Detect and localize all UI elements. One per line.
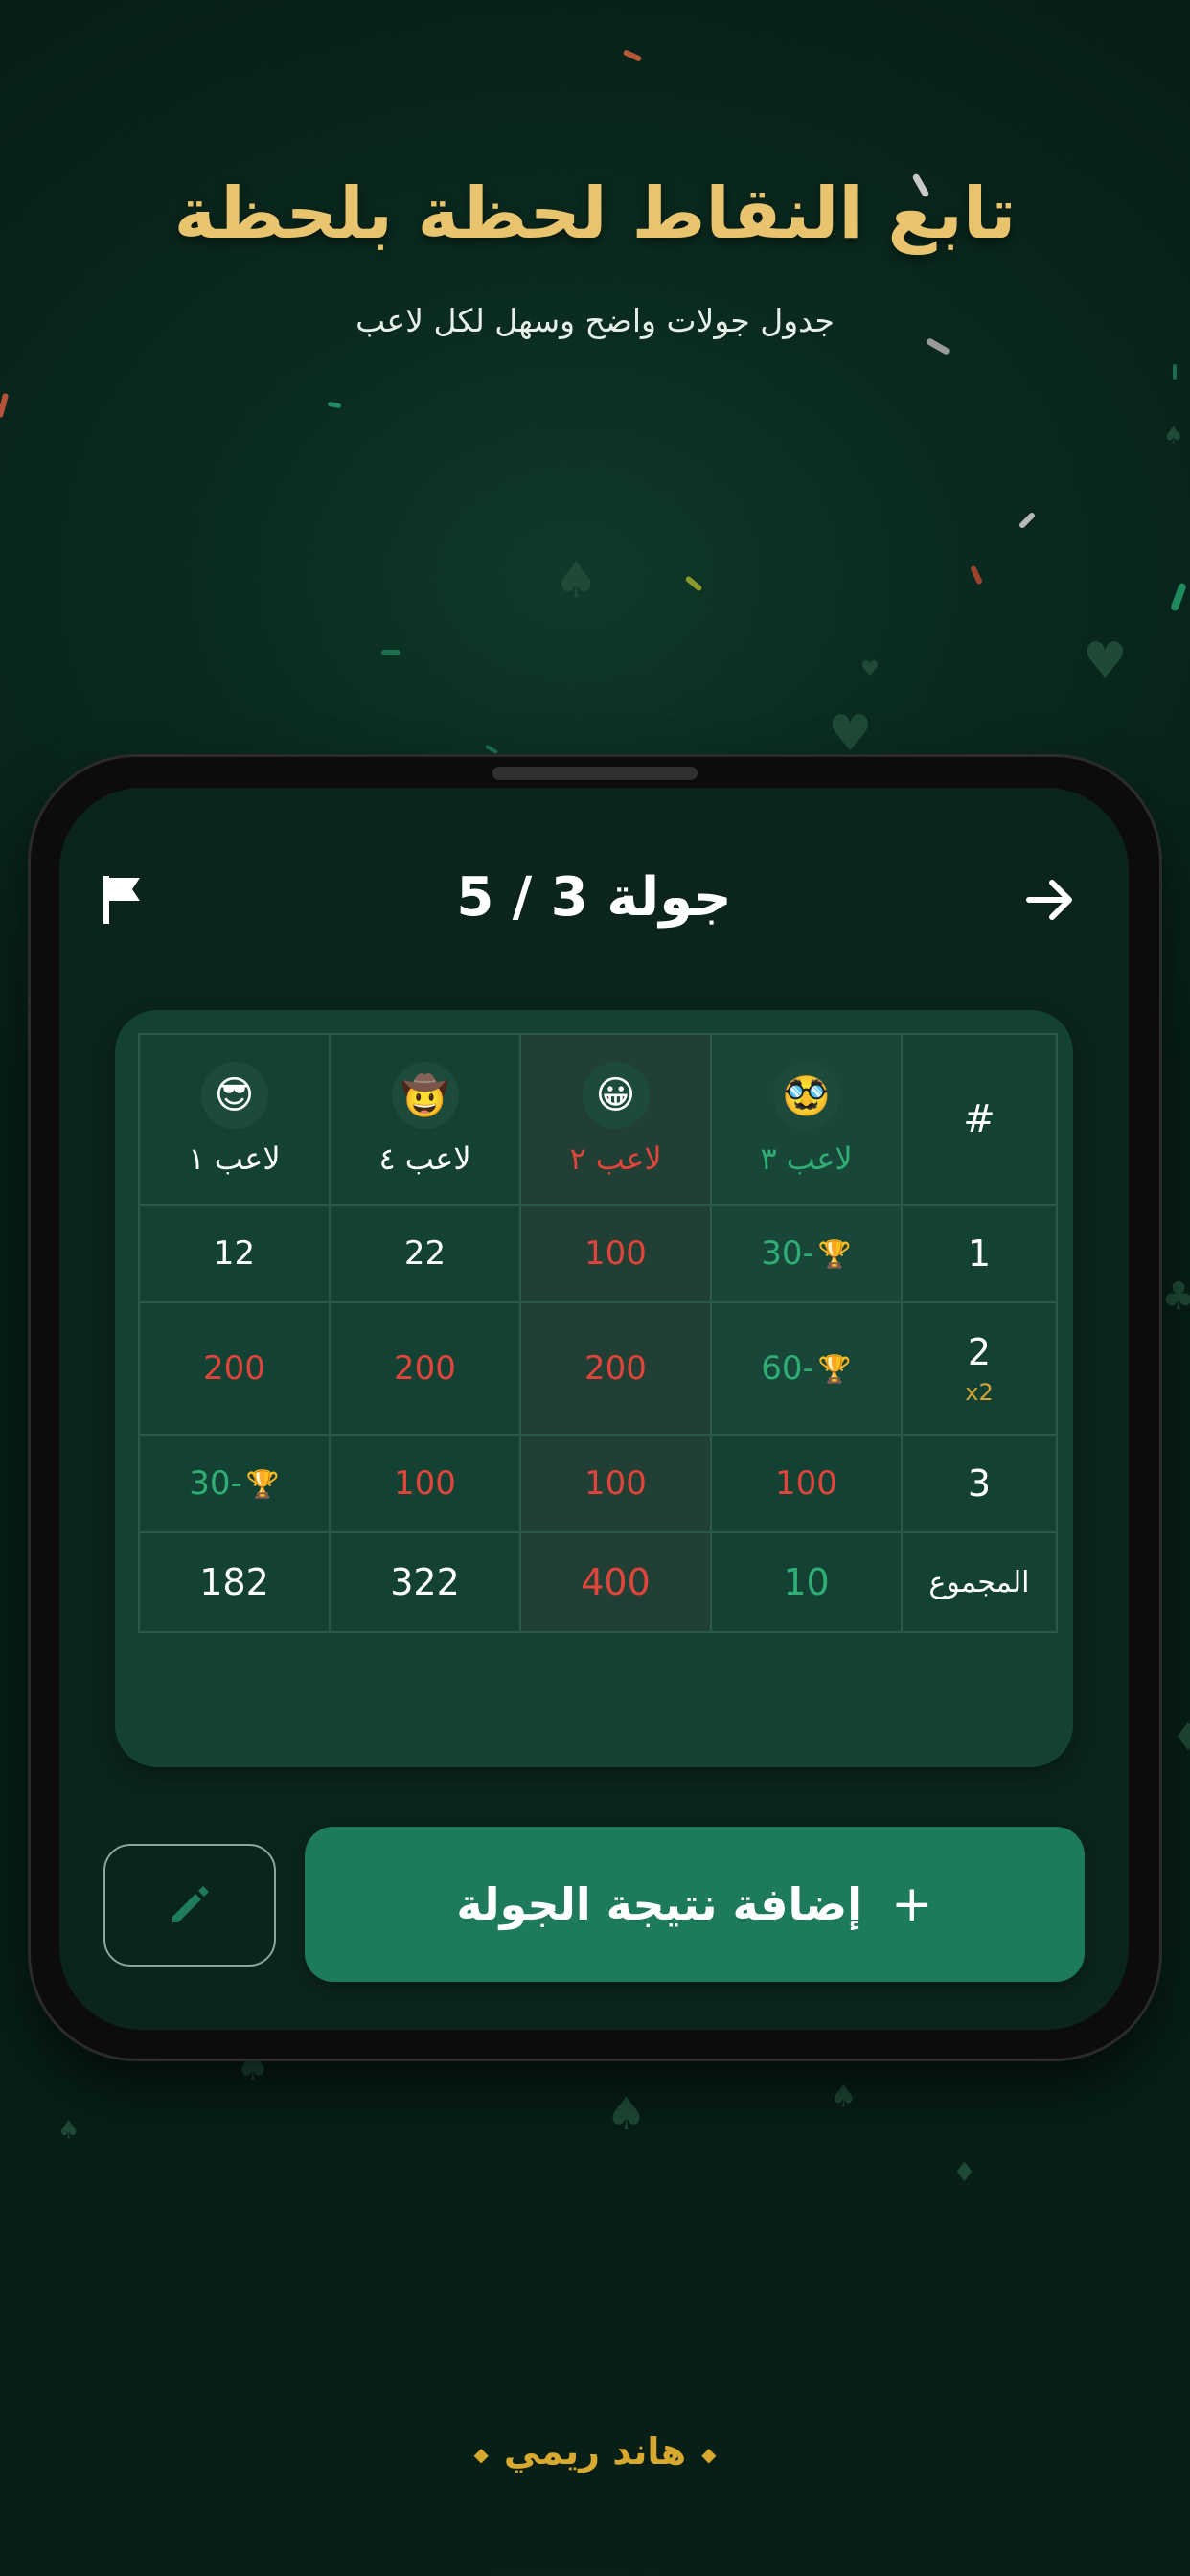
- confetti: [0, 392, 10, 419]
- score-value: 30-: [761, 1234, 814, 1273]
- confetti: [1173, 364, 1177, 380]
- confetti: [484, 744, 499, 755]
- player-name: لاعب ٢: [569, 1140, 662, 1177]
- pencil-icon: [172, 1886, 209, 1922]
- score-cell[interactable]: 100: [331, 1436, 521, 1533]
- trophy-icon: 🏆: [245, 1467, 280, 1500]
- hero-title: تابع النقاط لحظة بلحظة: [173, 172, 1017, 255]
- add-round-result-label: إضافة نتيجة الجولة: [456, 1878, 863, 1930]
- score-cell[interactable]: 200: [521, 1303, 712, 1436]
- avatar: 😀: [582, 1062, 650, 1129]
- player-header[interactable]: 😎 لاعب ١: [140, 1035, 331, 1206]
- score-table-card: 😎 لاعب ١ 🤠 لاعب ٤ 😀 لاعب ٢ 🥸 لاعب ٣ # 12…: [115, 1010, 1073, 1767]
- heart-icon: ♥: [828, 705, 873, 763]
- confetti: [925, 336, 951, 356]
- score-cell[interactable]: 30- 🏆: [140, 1436, 331, 1533]
- top-bar: جولة 3 / 5: [59, 845, 1129, 951]
- confetti: [381, 650, 400, 656]
- score-cell[interactable]: 30- 🏆: [712, 1206, 903, 1303]
- heart-icon: ♥: [860, 657, 880, 681]
- player-name: لاعب ٤: [378, 1140, 471, 1177]
- diamond-icon: ◆: [701, 2442, 717, 2466]
- round-number: 1: [903, 1206, 1056, 1303]
- score-cell[interactable]: 200: [140, 1303, 331, 1436]
- confetti: [327, 401, 342, 409]
- total-cell: 182: [140, 1533, 331, 1631]
- edit-button[interactable]: [103, 1844, 276, 1966]
- player-name: لاعب ١: [188, 1140, 281, 1177]
- spade-icon: ♠: [830, 2078, 858, 2114]
- heart-icon: ♥: [1083, 632, 1128, 690]
- score-table: 😎 لاعب ١ 🤠 لاعب ٤ 😀 لاعب ٢ 🥸 لاعب ٣ # 12…: [138, 1033, 1058, 1633]
- trophy-icon: 🏆: [817, 1352, 852, 1385]
- multiplier-badge: x2: [965, 1379, 994, 1406]
- hero-subtitle: جدول جولات واضح وسهل لكل لاعب: [355, 302, 835, 339]
- round-num: 2: [967, 1331, 992, 1373]
- avatar: 🤠: [391, 1062, 459, 1129]
- plus-icon: +: [891, 1875, 933, 1933]
- score-cell[interactable]: 60- 🏆: [712, 1303, 903, 1436]
- confetti: [970, 564, 983, 586]
- player-header[interactable]: 🤠 لاعب ٤: [331, 1035, 521, 1206]
- diamond-icon: ♦: [952, 2156, 977, 2188]
- avatar: 🥸: [772, 1062, 840, 1129]
- brand-name: هاند ريمي: [503, 2430, 687, 2472]
- spade-icon: ♠: [606, 2087, 648, 2141]
- spade-icon: ♠: [554, 552, 599, 610]
- score-cell[interactable]: 22: [331, 1206, 521, 1303]
- hash-header: #: [903, 1035, 1056, 1206]
- diamond-icon: ◆: [473, 2442, 489, 2466]
- device-notch: [492, 767, 698, 780]
- confetti: [684, 575, 703, 592]
- arrow-right-icon[interactable]: [1025, 878, 1075, 922]
- score-cell[interactable]: 100: [712, 1436, 903, 1533]
- total-cell: 400: [521, 1533, 712, 1631]
- diamond-icon: ♦: [1171, 1715, 1190, 1760]
- round-number: 3: [903, 1436, 1056, 1533]
- score-value: 60-: [761, 1349, 814, 1388]
- spade-icon: ♠: [1163, 422, 1184, 448]
- round-num: 1: [967, 1232, 992, 1275]
- score-cell[interactable]: 200: [331, 1303, 521, 1436]
- player-name: لاعب ٣: [760, 1140, 853, 1177]
- score-cell[interactable]: 12: [140, 1206, 331, 1303]
- avatar: 😎: [200, 1062, 268, 1129]
- trophy-icon: 🏆: [817, 1237, 852, 1270]
- score-cell[interactable]: 100: [521, 1206, 712, 1303]
- total-label: المجموع: [928, 1565, 1030, 1599]
- round-num: 3: [967, 1462, 992, 1505]
- player-header[interactable]: 🥸 لاعب ٣: [712, 1035, 903, 1206]
- confetti: [1018, 511, 1037, 530]
- footer-brand: ◆ هاند ريمي ◆: [0, 2430, 1190, 2472]
- round-number: 2 x2: [903, 1303, 1056, 1436]
- round-title: جولة 3 / 5: [456, 866, 732, 929]
- spade-icon: ♠: [57, 2116, 80, 2145]
- confetti: [622, 49, 643, 62]
- player-header[interactable]: 😀 لاعب ٢: [521, 1035, 712, 1206]
- score-cell[interactable]: 100: [521, 1436, 712, 1533]
- score-value: 30-: [189, 1464, 242, 1503]
- confetti: [1170, 582, 1187, 612]
- app-screen: جولة 3 / 5 😎 لاعب ١ 🤠 لاعب ٤ 😀 لاعب ٢ 🥸 …: [59, 788, 1129, 2030]
- total-cell: 322: [331, 1533, 521, 1631]
- add-round-result-button[interactable]: + إضافة نتيجة الجولة: [305, 1827, 1085, 1982]
- club-icon: ♣: [1161, 1275, 1190, 1319]
- total-cell: 10: [712, 1533, 903, 1631]
